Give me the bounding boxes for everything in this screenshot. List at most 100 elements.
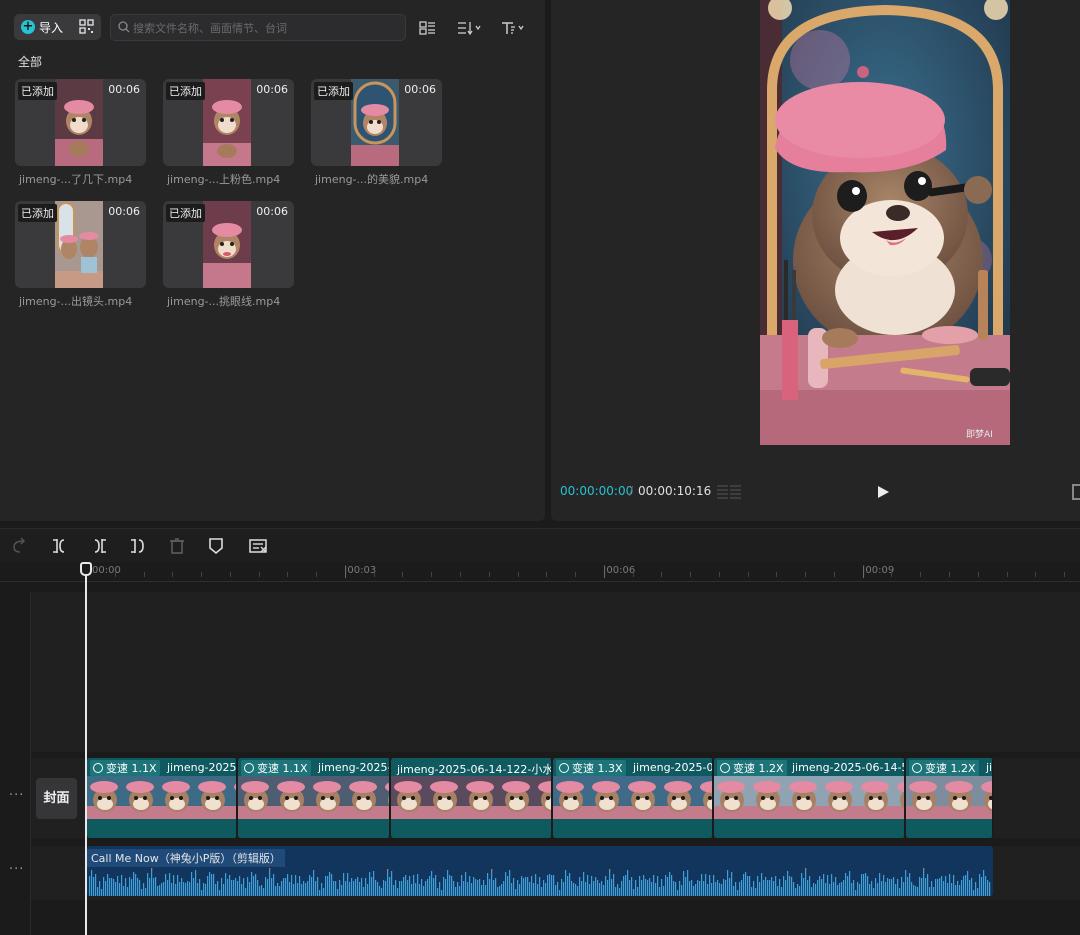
import-button[interactable]: + 导入	[14, 14, 101, 40]
split-icon[interactable]	[50, 537, 70, 555]
preview-watermark: 即梦AI	[966, 429, 993, 440]
delete-icon[interactable]	[167, 537, 187, 555]
ruler-minor-tick	[431, 572, 432, 577]
time-ruler[interactable]: 00:00 |00:03 |00:06 |00:09	[0, 562, 1080, 582]
ruler-major-tick	[345, 566, 346, 578]
ruler-minor-tick	[402, 572, 403, 577]
timeline[interactable]: 00:00 |00:03 |00:06 |00:09 ··· ··· 封面 变速…	[0, 562, 1080, 935]
plus-icon: +	[21, 19, 35, 34]
ruler-minor-tick	[978, 572, 979, 577]
ruler-minor-tick	[719, 572, 720, 577]
redo-icon[interactable]	[10, 537, 30, 555]
media-clip[interactable]: 已添加 00:06 jimeng-...挑眼线.mp4	[163, 201, 294, 309]
ruler-minor-tick	[287, 572, 288, 577]
segment-filmstrip	[906, 776, 992, 819]
ruler-minor-tick	[891, 572, 892, 577]
ruler-minor-tick	[172, 572, 173, 577]
video-segment[interactable]: 变速 1.2X jii	[906, 758, 994, 838]
ruler-minor-tick	[920, 572, 921, 577]
video-editor-app: + 导入 搜索文件名称、画面情节、台词 全部 已添加 00:06 jimeng-…	[0, 0, 1080, 935]
ruler-minor-tick	[201, 572, 202, 577]
ruler-minor-tick	[374, 572, 375, 577]
playhead-handle[interactable]	[80, 562, 92, 576]
marker-icon[interactable]	[206, 537, 226, 555]
section-all-label[interactable]: 全部	[18, 53, 42, 70]
segment-filmstrip	[391, 776, 551, 819]
video-segment[interactable]: jimeng-2025-06-14-122-小水獭	[391, 758, 553, 838]
segment-filename: jimeng-2025-06-14-122-小水獭	[397, 763, 551, 776]
empty-track-area	[31, 592, 1080, 752]
trim-right-icon[interactable]	[128, 537, 148, 555]
added-badge: 已添加	[18, 204, 57, 222]
audio-waveform	[89, 868, 991, 896]
added-badge: 已添加	[314, 82, 353, 100]
speed-tag: 变速 1.1X	[90, 760, 160, 776]
filter-icon[interactable]	[500, 19, 526, 37]
clip-thumbnail[interactable]: 已添加 00:06	[311, 79, 442, 166]
search-icon	[118, 21, 130, 33]
clip-duration: 00:06	[108, 205, 140, 218]
segment-filename: jii	[986, 761, 992, 774]
audio-clip[interactable]: Call Me Now（神兔小P版）（剪辑版）	[87, 846, 993, 896]
media-clip[interactable]: 已添加 00:06 jimeng-...上粉色.mp4	[163, 79, 294, 187]
trim-left-icon[interactable]	[89, 537, 109, 555]
speed-check-icon	[244, 763, 254, 773]
play-icon[interactable]	[876, 484, 890, 500]
ruler-minor-tick	[575, 572, 576, 577]
ruler-label: |00:09	[862, 565, 895, 576]
video-segment[interactable]: 变速 1.1X jimeng-2025-	[87, 758, 238, 838]
speed-label: 变速 1.1X	[257, 762, 308, 775]
ruler-minor-tick	[230, 572, 231, 577]
caption-icon[interactable]	[249, 537, 269, 555]
clip-thumbnail[interactable]: 已添加 00:06	[15, 79, 146, 166]
otter-thumbnail-image	[203, 79, 251, 166]
sort-icon[interactable]	[456, 19, 482, 37]
import-label: 导入	[39, 21, 64, 35]
video-track-menu[interactable]: ···	[9, 788, 24, 803]
clip-thumbnail[interactable]: 已添加 00:06	[163, 79, 294, 166]
segment-filmstrip	[238, 776, 389, 819]
media-clip[interactable]: 已添加 00:06 jimeng-...了几下.mp4	[15, 79, 146, 187]
ruler-minor-tick	[259, 572, 260, 577]
media-clip[interactable]: 已添加 00:06 jimeng-...的美貌.mp4	[311, 79, 442, 187]
search-input[interactable]	[133, 19, 393, 37]
search-box[interactable]	[110, 14, 406, 41]
clip-duration: 00:06	[108, 83, 140, 96]
layout-toggle-icon[interactable]	[418, 19, 444, 37]
media-toolbar: + 导入	[14, 14, 531, 42]
qr-code-icon[interactable]	[79, 19, 94, 34]
clip-thumbnail[interactable]: 已添加 00:06	[15, 201, 146, 288]
preview-panel: 即梦AI 00:00:00:00 / 00:00:10:16	[551, 0, 1080, 521]
fullscreen-icon[interactable]	[1072, 484, 1080, 500]
video-segment[interactable]: 变速 1.2X jimeng-2025-06-14-5	[714, 758, 906, 838]
video-segment[interactable]: 变速 1.1X jimeng-2025-	[238, 758, 391, 838]
segment-filename: jimeng-2025-	[167, 761, 236, 774]
grid-layout-icon[interactable]	[717, 484, 743, 500]
ruler-major-tick	[604, 566, 605, 578]
ruler-minor-tick	[690, 572, 691, 577]
ruler-minor-tick	[834, 572, 835, 577]
clip-filename: jimeng-...上粉色.mp4	[167, 173, 281, 186]
speed-check-icon	[912, 763, 922, 773]
ruler-minor-tick	[776, 572, 777, 577]
cover-button[interactable]: 封面	[36, 778, 77, 819]
preview-video-frame[interactable]: 即梦AI	[760, 0, 1010, 445]
track-header-column	[0, 592, 31, 935]
ruler-minor-tick	[1035, 572, 1036, 577]
speed-tag: 变速 1.2X	[909, 760, 979, 776]
clip-thumbnail[interactable]: 已添加 00:06	[163, 201, 294, 288]
speed-check-icon	[93, 763, 103, 773]
clip-filename: jimeng-...挑眼线.mp4	[167, 295, 281, 308]
ruler-minor-tick	[1064, 572, 1065, 577]
clip-filename: jimeng-...了几下.mp4	[19, 173, 133, 186]
ruler-minor-tick	[748, 572, 749, 577]
ruler-minor-tick	[633, 572, 634, 577]
added-badge: 已添加	[166, 82, 205, 100]
ruler-label: 00:00	[92, 565, 121, 576]
clip-duration: 00:06	[256, 83, 288, 96]
media-clip[interactable]: 已添加 00:06 jimeng-...出镜头.mp4	[15, 201, 146, 309]
speed-check-icon	[720, 763, 730, 773]
playhead-line[interactable]	[85, 562, 87, 935]
audio-track-menu[interactable]: ···	[9, 862, 24, 877]
video-segment[interactable]: 变速 1.3X jimeng-2025-06	[553, 758, 714, 838]
